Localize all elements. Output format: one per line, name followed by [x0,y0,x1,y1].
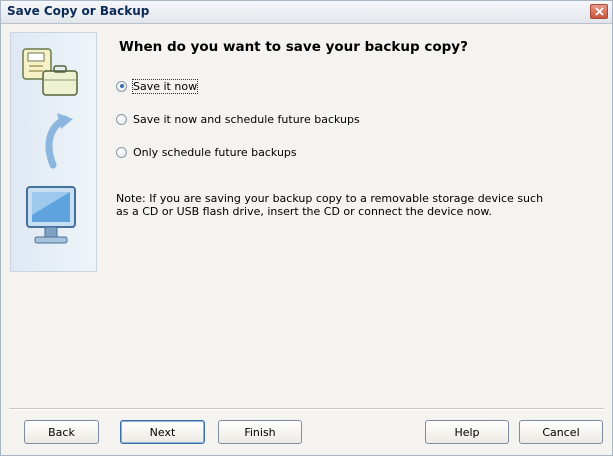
footer-separator [9,408,604,410]
next-button[interactable]: Next [120,420,205,444]
radio-only-schedule[interactable]: Only schedule future backups [116,144,297,160]
dialog-window: Save Copy or Backup When do you want to … [0,0,613,456]
radio-label[interactable]: Only schedule future backups [133,146,297,159]
help-button[interactable]: Help [425,420,509,444]
note-line-1: Note: If you are saving your backup copy… [116,192,544,205]
finish-button[interactable]: Finish [218,420,302,444]
radio-label[interactable]: Save it now and schedule future backups [133,113,360,126]
note-line-2: as a CD or USB flash drive, insert the C… [116,205,492,218]
page-heading: When do you want to save your backup cop… [119,39,468,55]
cancel-button[interactable]: Cancel [519,420,603,444]
back-button[interactable]: Back [24,420,99,444]
close-icon [595,7,604,16]
monitor-icon [26,186,76,244]
wizard-content: When do you want to save your backup cop… [109,29,599,399]
radio-button[interactable] [116,80,127,92]
curved-arrow-icon [45,113,73,169]
window-title: Save Copy or Backup [7,4,150,18]
note-text: Note: If you are saving your backup copy… [116,192,586,218]
title-bar[interactable]: Save Copy or Backup [1,1,612,24]
radio-save-now[interactable]: Save it now [116,78,199,94]
radio-label[interactable]: Save it now [131,78,199,94]
document-briefcase-icon [22,48,78,96]
radio-save-now-and-schedule[interactable]: Save it now and schedule future backups [116,111,360,127]
radio-button[interactable] [116,146,127,158]
radio-button[interactable] [116,113,127,125]
wizard-side-panel [10,32,97,272]
close-button[interactable] [590,4,608,19]
